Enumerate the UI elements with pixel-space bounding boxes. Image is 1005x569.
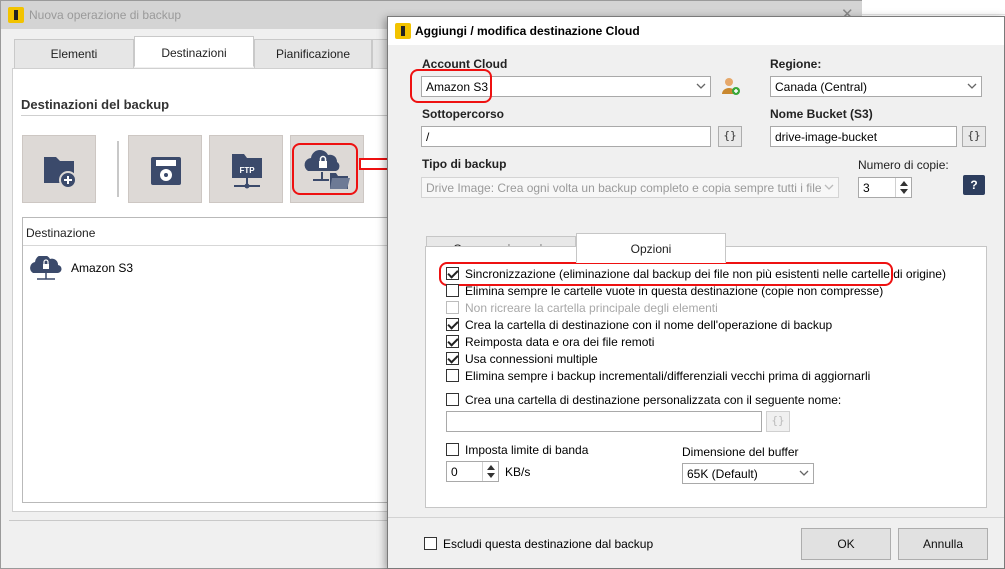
tab-pianificazione[interactable]: Pianificazione <box>254 39 372 69</box>
chevron-down-icon <box>824 184 834 190</box>
tab-overflow[interactable] <box>372 39 388 69</box>
tipo-backup-value: Drive Image: Crea ogni volta un backup c… <box>426 181 821 195</box>
option-label: Reimposta data e ora dei file remoti <box>465 335 655 349</box>
nome-bucket-input[interactable]: drive-image-bucket <box>770 126 957 147</box>
buffer-select[interactable]: 65K (Default) <box>682 463 814 484</box>
ftp-server-icon: FTP <box>232 154 262 189</box>
cloud-lock-icon <box>30 256 62 280</box>
nome-bucket-label: Nome Bucket (S3) <box>770 107 873 121</box>
disk-drive-icon <box>151 157 181 185</box>
option-label: Sincronizzazione (eliminazione dal backu… <box>465 267 946 281</box>
ok-button[interactable]: OK <box>801 528 891 560</box>
bandwidth-stepper[interactable]: 0 <box>446 461 499 482</box>
cloud-destination-button[interactable] <box>290 135 364 203</box>
app-logo-icon <box>395 23 411 39</box>
nome-bucket-variables-button[interactable]: {} <box>962 126 986 147</box>
tab-elementi[interactable]: Elementi <box>14 39 134 69</box>
user-add-icon <box>722 78 740 95</box>
bottom-divider <box>9 520 389 521</box>
bandwidth-unit: KB/s <box>505 465 531 479</box>
bandwidth-value: 0 <box>451 465 458 479</box>
disk-destination-button[interactable] <box>128 135 202 203</box>
sottopercorso-variables-button[interactable]: {} <box>718 126 742 147</box>
option-label: Non ricreare la cartella principale degl… <box>465 301 718 315</box>
checkbox[interactable] <box>446 443 459 456</box>
checkbox <box>446 301 459 314</box>
option-label: Escludi questa destinazione dal backup <box>443 537 654 551</box>
tab-opzioni[interactable]: Opzioni <box>576 233 726 263</box>
dialog-title: Aggiungi / modifica destinazione Cloud <box>415 24 640 38</box>
checkbox[interactable] <box>446 267 459 280</box>
custom-folder-variables-button: {} <box>766 411 790 432</box>
destination-list[interactable]: Destinazione Amazon S3 <box>22 217 388 503</box>
tipo-backup-select[interactable]: Drive Image: Crea ogni volta un backup c… <box>421 177 839 198</box>
sottopercorso-label: Sottopercorso <box>422 107 505 121</box>
app-logo-icon <box>8 7 24 23</box>
dialog-titlebar: Aggiungi / modifica destinazione Cloud <box>388 17 1004 45</box>
option-label: Elimina sempre le cartelle vuote in ques… <box>465 284 884 298</box>
checkbox[interactable] <box>446 284 459 297</box>
ftp-destination-button[interactable]: FTP <box>209 135 283 203</box>
section-title: Destinazioni del backup <box>21 97 170 112</box>
checkbox[interactable] <box>446 352 459 365</box>
buffer-value: 65K (Default) <box>687 467 758 481</box>
add-folder-destination-button[interactable] <box>22 135 96 203</box>
regione-value: Canada (Central) <box>775 80 868 94</box>
option-label: Imposta limite di banda <box>465 443 589 457</box>
help-button[interactable]: ? <box>963 175 985 195</box>
section-divider <box>21 115 387 116</box>
background-window-title: Nuova operazione di backup <box>29 8 182 22</box>
tipo-backup-label: Tipo di backup <box>422 157 507 171</box>
spin-up-icon[interactable] <box>487 465 495 470</box>
nome-bucket-value: drive-image-bucket <box>775 130 878 144</box>
spin-down-icon[interactable] <box>900 189 908 194</box>
cancel-button[interactable]: Annulla <box>898 528 988 560</box>
option-label: Usa connessioni multiple <box>465 352 598 366</box>
option-label: Crea una cartella di destinazione person… <box>465 393 842 407</box>
regione-select[interactable]: Canada (Central) <box>770 76 982 97</box>
tab-destinazioni[interactable]: Destinazioni <box>134 36 254 67</box>
option-label: Crea la cartella di destinazione con il … <box>465 318 833 332</box>
numero-copie-stepper[interactable]: 3 <box>858 177 912 198</box>
account-cloud-label: Account Cloud <box>422 57 508 71</box>
chevron-down-icon <box>967 83 977 89</box>
checkbox[interactable] <box>424 537 437 550</box>
account-manager-button[interactable] <box>721 76 741 97</box>
checkbox[interactable] <box>446 369 459 382</box>
spin-down-icon[interactable] <box>487 473 495 478</box>
list-item-label: Amazon S3 <box>71 261 134 275</box>
checkbox[interactable] <box>446 335 459 348</box>
numero-copie-label: Numero di copie: <box>858 158 949 172</box>
option-label: Elimina sempre i backup incrementali/dif… <box>465 369 871 383</box>
checkbox[interactable] <box>446 393 459 406</box>
buffer-label: Dimensione del buffer <box>682 445 799 459</box>
checkbox[interactable] <box>446 318 459 331</box>
account-cloud-select[interactable]: Amazon S3 <box>421 76 711 97</box>
sottopercorso-value: / <box>426 130 430 144</box>
sottopercorso-input[interactable]: / <box>421 126 711 147</box>
button-separator <box>117 141 119 197</box>
folder-add-icon <box>44 157 77 189</box>
list-header-destinazione[interactable]: Destinazione <box>23 218 387 246</box>
chevron-down-icon <box>696 83 706 89</box>
regione-label: Regione: <box>770 57 822 71</box>
spin-up-icon[interactable] <box>900 181 908 186</box>
chevron-down-icon <box>799 470 809 476</box>
account-cloud-value: Amazon S3 <box>426 80 489 94</box>
numero-copie-value: 3 <box>863 181 870 195</box>
cloud-folder-icon <box>304 150 350 189</box>
custom-folder-input[interactable] <box>446 411 762 432</box>
dialog-divider <box>388 517 1004 518</box>
svg-text:FTP: FTP <box>239 166 255 175</box>
cloud-destination-dialog: Aggiungi / modifica destinazione Cloud A… <box>387 16 1005 569</box>
